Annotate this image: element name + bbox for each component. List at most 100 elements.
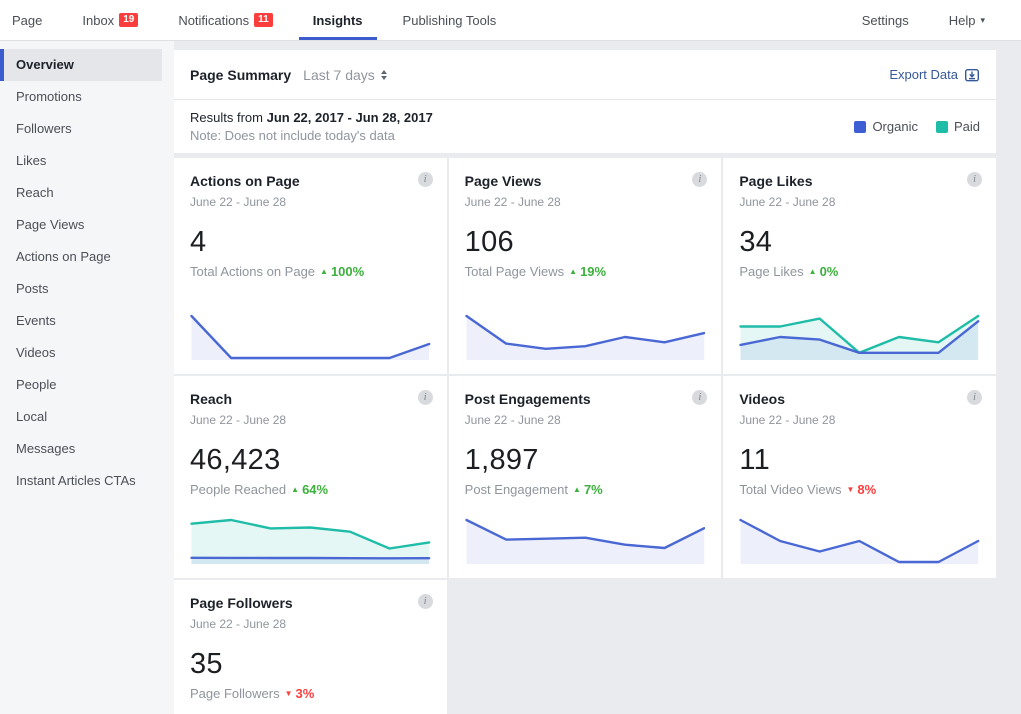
sidebar-item[interactable]: Actions on Page	[0, 241, 174, 273]
metric-value: 34	[739, 226, 980, 259]
sidebar: Overview Promotions Followers Likes Reac…	[0, 41, 174, 714]
date-range-label: Last 7 days	[303, 67, 375, 83]
metric-cards-grid: Actions on Page i June 22 - June 28 4 To…	[174, 158, 996, 714]
sparkline-chart	[465, 306, 706, 360]
nav-tab[interactable]: Inbox 19	[82, 0, 138, 40]
nav-menu-item[interactable]: Settings	[862, 0, 909, 40]
delta-arrow-icon: ▲	[569, 268, 577, 276]
card-date-range: June 22 - June 28	[465, 195, 706, 209]
card-title: Page Likes	[739, 173, 980, 189]
sidebar-item[interactable]: Page Views	[0, 209, 174, 241]
nav-tab-label: Notifications	[178, 13, 249, 28]
results-note: Note: Does not include today's data	[190, 128, 433, 143]
sparkline-chart	[739, 510, 980, 564]
sidebar-item[interactable]: Overview	[0, 49, 162, 81]
sidebar-item[interactable]: Likes	[0, 145, 174, 177]
sidebar-item[interactable]: People	[0, 369, 174, 401]
sidebar-item[interactable]: Events	[0, 305, 174, 337]
sparkline-chart	[190, 510, 431, 564]
info-icon[interactable]: i	[967, 390, 982, 405]
results-bar: Results from Jun 22, 2017 - Jun 28, 2017…	[174, 100, 996, 153]
metric-card: Videos i June 22 - June 28 11 Total Vide…	[723, 376, 996, 578]
card-title: Post Engagements	[465, 391, 706, 407]
metric-label-row: Total Video Views ▼ 8%	[739, 482, 980, 497]
sidebar-item[interactable]: Videos	[0, 337, 174, 369]
delta-value: 0%	[820, 264, 839, 279]
results-range-text: Results from Jun 22, 2017 - Jun 28, 2017	[190, 110, 433, 125]
info-icon[interactable]: i	[418, 172, 433, 187]
page-summary-title: Page Summary	[190, 67, 291, 83]
main-area: Page Summary Last 7 days Export Data	[174, 41, 1021, 714]
nav-tab[interactable]: Notifications 11	[178, 0, 272, 40]
sidebar-item[interactable]: Instant Articles CTAs	[0, 465, 174, 497]
delta-arrow-icon: ▲	[291, 486, 299, 494]
metric-value: 106	[465, 226, 706, 259]
sidebar-item[interactable]: Promotions	[0, 81, 174, 113]
info-icon[interactable]: i	[418, 594, 433, 609]
metric-label-row: Post Engagement ▲ 7%	[465, 482, 706, 497]
metric-label: Total Video Views	[739, 482, 841, 497]
sidebar-item-label: Events	[16, 313, 56, 328]
card-title: Page Views	[465, 173, 706, 189]
nav-left: Page Inbox 19 Notifications 11 Insights …	[12, 0, 496, 40]
metric-label: Page Likes	[739, 264, 803, 279]
metric-delta: ▲ 100%	[320, 264, 364, 279]
caret-down-icon: ▾	[980, 15, 985, 26]
sidebar-item-label: Messages	[16, 441, 75, 456]
sidebar-item-label: Reach	[16, 185, 54, 200]
metric-delta: ▲ 0%	[809, 264, 839, 279]
page-summary-bar: Page Summary Last 7 days Export Data	[174, 50, 996, 100]
sidebar-item-label: Followers	[16, 121, 72, 136]
sidebar-item[interactable]: Reach	[0, 177, 174, 209]
legend-label: Paid	[954, 119, 980, 134]
metric-card: Page Likes i June 22 - June 28 34 Page L…	[723, 158, 996, 374]
nav-menu-label: Help	[949, 13, 976, 28]
delta-value: 19%	[580, 264, 606, 279]
date-range-dropdown[interactable]: Last 7 days	[303, 67, 387, 83]
metric-label: Total Actions on Page	[190, 264, 315, 279]
metric-card: Page Followers i June 22 - June 28 35 Pa…	[174, 580, 447, 714]
metric-value: 11	[739, 444, 980, 477]
download-icon	[964, 67, 980, 83]
metric-delta: ▲ 7%	[573, 482, 603, 497]
metric-value: 4	[190, 226, 431, 259]
card-title: Actions on Page	[190, 173, 431, 189]
metric-delta: ▼ 8%	[846, 482, 876, 497]
card-date-range: June 22 - June 28	[739, 195, 980, 209]
info-icon[interactable]: i	[967, 172, 982, 187]
metric-card: Reach i June 22 - June 28 46,423 People …	[174, 376, 447, 578]
card-title: Videos	[739, 391, 980, 407]
nav-right: Settings Help ▾	[862, 0, 985, 40]
sidebar-item[interactable]: Posts	[0, 273, 174, 305]
sparkline-chart	[190, 306, 431, 360]
sidebar-item[interactable]: Messages	[0, 433, 174, 465]
metric-value: 35	[190, 648, 431, 681]
metric-delta: ▼ 3%	[285, 686, 315, 701]
card-date-range: June 22 - June 28	[190, 413, 431, 427]
metric-label-row: Page Followers ▼ 3%	[190, 686, 431, 701]
legend-label: Organic	[872, 119, 918, 134]
sidebar-item-label: Instant Articles CTAs	[16, 473, 136, 488]
metric-label: Post Engagement	[465, 482, 568, 497]
nav-tab[interactable]: Publishing Tools	[403, 0, 497, 40]
card-date-range: June 22 - June 28	[465, 413, 706, 427]
card-date-range: June 22 - June 28	[739, 413, 980, 427]
card-title: Page Followers	[190, 595, 431, 611]
nav-menu-item[interactable]: Help ▾	[949, 0, 985, 40]
sidebar-item-label: Local	[16, 409, 47, 424]
sidebar-item-label: Likes	[16, 153, 46, 168]
nav-tab[interactable]: Page	[12, 0, 42, 40]
nav-tab[interactable]: Insights	[313, 0, 363, 40]
export-data-link[interactable]: Export Data	[889, 67, 980, 83]
delta-value: 8%	[857, 482, 876, 497]
metric-label: Page Followers	[190, 686, 280, 701]
metric-label: Total Page Views	[465, 264, 565, 279]
notification-badge: 19	[119, 13, 138, 27]
info-icon[interactable]: i	[418, 390, 433, 405]
metric-label-row: Total Actions on Page ▲ 100%	[190, 264, 431, 279]
sidebar-item[interactable]: Local	[0, 401, 174, 433]
sidebar-item[interactable]: Followers	[0, 113, 174, 145]
nav-menu-label: Settings	[862, 13, 909, 28]
legend-item: Paid	[936, 119, 980, 134]
metric-label-row: People Reached ▲ 64%	[190, 482, 431, 497]
